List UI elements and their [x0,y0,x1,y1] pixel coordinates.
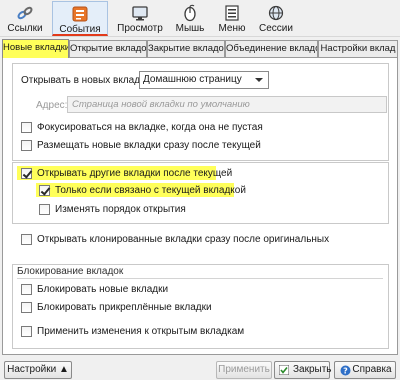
tab-merging-tabs[interactable]: Объединение вкладок [225,40,318,57]
lock-pinned-checkbox[interactable] [21,302,32,313]
address-placeholder: Страница новой вкладки по умолчанию [72,99,250,110]
open-cloned-checkbox[interactable] [21,234,32,245]
toolbar-menu-label: Меню [218,23,246,34]
tab-strip: Новые вкладки Открытие вкладок Закрытие … [2,39,398,58]
settings-button-label: Настройки ▲ [7,364,69,375]
toolbar-events-label: События [59,24,101,35]
monitor-icon [132,6,148,21]
focus-label: Фокусироваться на вкладке, когда она не … [37,122,263,133]
lock-new-checkbox[interactable] [21,284,32,295]
chevron-down-icon [255,78,263,82]
toolbar-mouse-button[interactable]: Мышь [168,1,212,36]
open-in-new-select[interactable]: Домашнюю страницу [139,71,269,89]
toolbar-view-button[interactable]: Просмотр [112,1,168,36]
only-related-checkbox[interactable] [39,185,50,196]
toolbar-links-label: Ссылки [7,23,43,34]
toolbar-sessions-label: Сессии [259,23,293,34]
apply-button[interactable]: Применить [216,361,272,379]
close-check-icon [279,365,289,375]
tab-opening-tabs[interactable]: Открытие вкладок [69,40,147,57]
place-after-checkbox[interactable] [21,140,32,151]
toolbar-events-button[interactable]: События [52,1,108,36]
toolbar-mouse-label: Мышь [175,23,205,34]
lock-pinned-label: Блокировать прикреплённые вкладки [37,302,212,313]
help-icon: ? [340,365,351,376]
settings-panel: Открывать в новых вкладках: Домашнюю стр… [2,57,398,355]
apply-button-label: Применить [218,364,270,375]
address-field[interactable]: Страница новой вкладки по умолчанию [67,96,387,113]
events-panel-icon [72,6,88,22]
lock-group-title: Блокирование вкладок [17,266,124,277]
svg-text:?: ? [343,366,348,375]
tab-closing-tabs-label: Закрытие вкладок [148,43,225,54]
tab-closing-tabs[interactable]: Закрытие вкладок [147,40,225,57]
close-button-label: Закрыть [293,364,332,375]
help-button-label: Справка [352,364,392,375]
menu-list-icon [225,5,239,21]
tab-tab-settings-label: Настройки вклад [320,43,396,54]
toolbar-sessions-button[interactable]: Сессии [252,1,300,36]
tab-opening-tabs-label: Открытие вкладок [70,43,147,54]
only-related-label: Только если связано с текущей вкладкой [55,185,246,196]
change-order-checkbox[interactable] [39,204,50,215]
settings-dropdown-button[interactable]: Настройки ▲ [4,361,72,379]
open-cloned-label: Открывать клонированные вкладки сразу по… [37,234,330,245]
focus-checkbox[interactable] [21,122,32,133]
tab-merging-tabs-label: Объединение вкладок [226,43,318,54]
tab-tab-settings[interactable]: Настройки вклад [318,40,398,57]
open-in-new-label: Открывать в новых вкладках: [21,75,159,86]
lock-new-label: Блокировать новые вкладки [37,284,169,295]
tab-new-tabs[interactable]: Новые вкладки [2,39,69,58]
place-after-label: Размещать новые вкладки сразу после теку… [37,140,261,151]
toolbar-view-label: Просмотр [117,23,163,34]
tab-new-tabs-label: Новые вкладки [3,42,69,53]
apply-open-checkbox[interactable] [21,326,32,337]
open-others-after-label: Открывать другие вкладки после текущей [37,168,233,179]
mouse-icon [184,4,196,22]
apply-open-label: Применить изменения к открытым вкладкам [37,326,245,337]
change-order-label: Изменять порядок открытия [55,204,186,215]
open-others-after-checkbox[interactable] [21,168,32,179]
toolbar-menu-button[interactable]: Меню [212,1,252,36]
help-button[interactable]: ? Справка [334,361,396,379]
link-chain-icon [17,6,33,20]
toolbar-links-button[interactable]: Ссылки [2,1,48,36]
open-in-new-value: Домашнюю страницу [143,74,242,85]
lock-group-divider [17,278,383,279]
sessions-globe-icon [268,5,284,21]
address-label: Адрес: [36,100,68,111]
toolbar: Ссылки События Просмотр Мышь Меню Сессии [0,0,400,37]
close-button[interactable]: Закрыть [274,361,332,379]
